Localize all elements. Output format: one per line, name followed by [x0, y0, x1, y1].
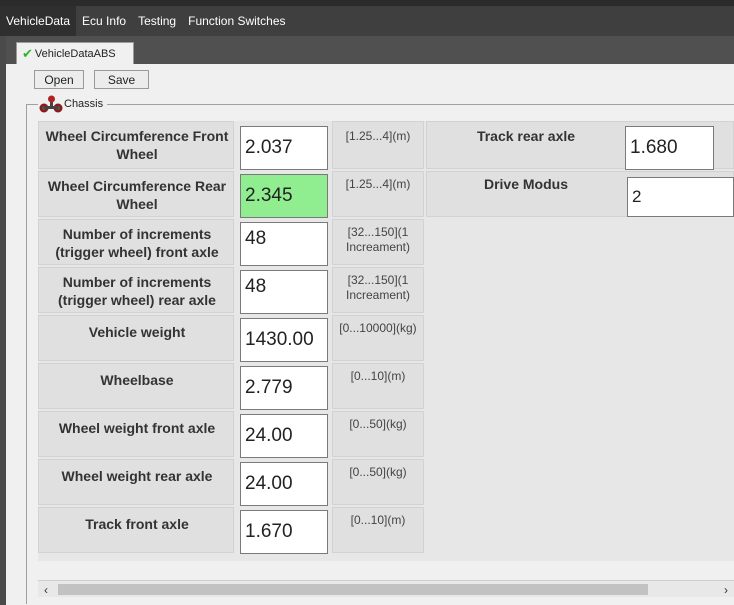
vehicle-weight-range: [0...10000](kg) — [339, 321, 417, 335]
vehicle-weight-label: Vehicle weight — [88, 324, 186, 340]
menu-bar: VehicleData Ecu Info Testing Function Sw… — [0, 6, 734, 36]
wheel-circumference-rear-input[interactable]: 2.345 — [240, 174, 328, 218]
wheel-circumference-rear-label: Wheel Circumference Rear Wheel — [47, 178, 227, 212]
section-header: Chassis — [38, 94, 108, 114]
fieldset-border-left — [26, 104, 27, 604]
wheel-circumference-front-input[interactable]: 2.037 — [240, 126, 328, 170]
drive-modus-input[interactable]: 2 — [627, 177, 734, 217]
wheel-weight-front-input[interactable]: 24.00 — [240, 414, 328, 458]
drive-modus-label: Drive Modus — [483, 176, 568, 192]
wheel-weight-rear-input[interactable]: 24.00 — [240, 462, 328, 506]
wheel-weight-front-label: Wheel weight front axle — [58, 420, 216, 436]
menu-testing[interactable]: Testing — [132, 6, 182, 36]
increments-rear-label: Number of increments (trigger wheel) rea… — [58, 274, 216, 308]
scroll-thumb[interactable] — [58, 584, 648, 595]
wheel-weight-rear-label: Wheel weight rear axle — [61, 468, 213, 484]
tab-label: VehicleDataABS — [34, 47, 116, 60]
increments-front-label: Number of increments (trigger wheel) fro… — [55, 226, 219, 260]
track-front-axle-range: [0...10](m) — [350, 513, 406, 527]
track-front-axle-input[interactable]: 1.670 — [240, 510, 328, 554]
menu-function-switches[interactable]: Function Switches — [182, 6, 291, 36]
increments-rear-input[interactable]: 48 — [240, 270, 328, 314]
wheel-circumference-rear-range: [1.25...4](m) — [345, 177, 411, 191]
main-panel: Open Save Chassis Wheel Circumference Fr… — [6, 64, 734, 605]
increments-front-range: [32...150](1 Increament) — [345, 225, 411, 254]
menu-vehicledata[interactable]: VehicleData — [0, 6, 77, 36]
open-button[interactable]: Open — [34, 70, 84, 89]
increments-rear-range: [32...150](1 Increament) — [345, 273, 411, 302]
track-rear-axle-label: Track rear axle — [476, 128, 576, 144]
wheel-weight-front-range: [0...50](kg) — [349, 417, 407, 431]
track-front-axle-label: Track front axle — [85, 516, 189, 532]
parameter-grid: Wheel Circumference Front Wheel 2.037 [1… — [38, 121, 734, 561]
track-rear-axle-input[interactable]: 1.680 — [625, 126, 714, 170]
increments-front-input[interactable]: 48 — [240, 222, 328, 266]
tab-vehicledataabs[interactable]: ✔ VehicleDataABS — [16, 42, 134, 64]
checkmark-icon: ✔ — [22, 46, 33, 61]
section-title: Chassis — [64, 98, 104, 110]
scroll-left-icon[interactable]: ‹ — [38, 581, 54, 598]
save-button[interactable]: Save — [94, 70, 149, 89]
scroll-right-icon[interactable]: › — [718, 581, 734, 598]
wheel-circumference-front-range: [1.25...4](m) — [345, 129, 411, 143]
wheel-weight-rear-range: [0...50](kg) — [349, 465, 407, 479]
wheel-circumference-front-label: Wheel Circumference Front Wheel — [45, 128, 229, 162]
wheelbase-label: Wheelbase — [100, 372, 174, 388]
subtab-bar: ✔ VehicleDataABS — [6, 36, 734, 64]
wheelbase-input[interactable]: 2.779 — [240, 366, 328, 410]
fieldset-border-top — [26, 104, 734, 105]
wheelbase-range: [0...10](m) — [350, 369, 406, 383]
menu-ecu-info[interactable]: Ecu Info — [76, 6, 132, 36]
vehicle-weight-input[interactable]: 1430.00 — [240, 318, 328, 362]
horizontal-scrollbar[interactable]: ‹ › — [38, 580, 734, 597]
chassis-icon — [38, 94, 64, 114]
